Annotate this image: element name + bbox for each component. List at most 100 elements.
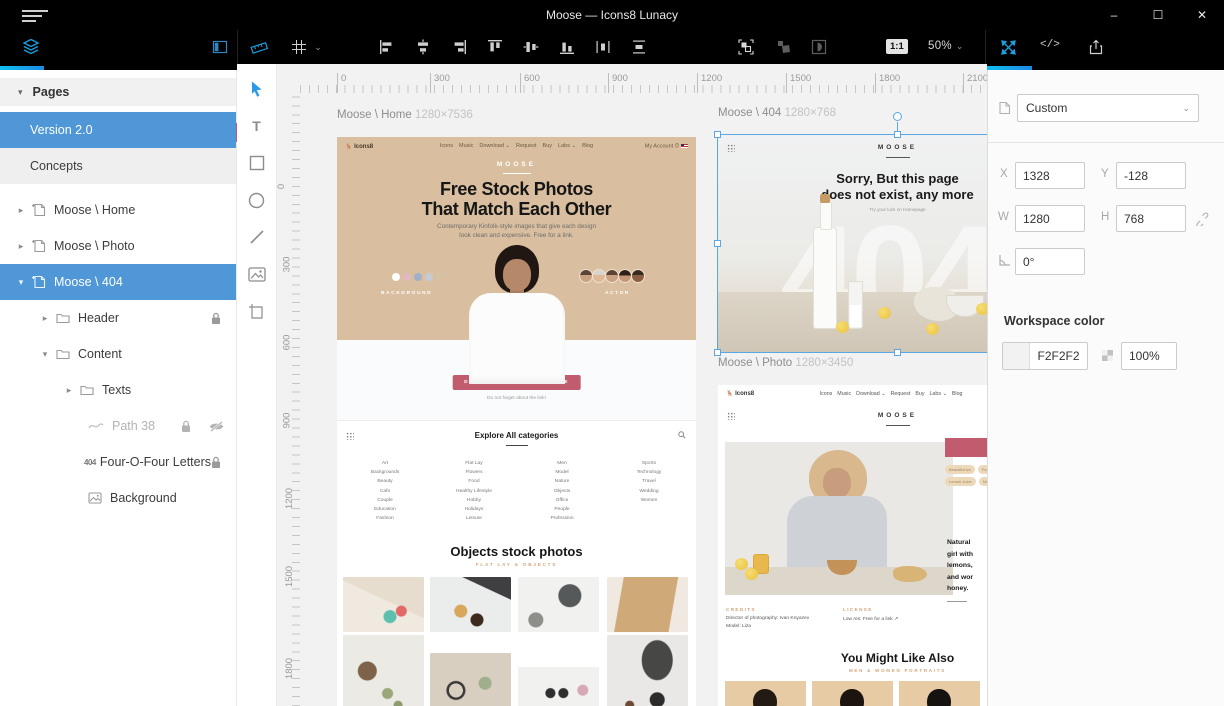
category-column-4: Sports Technology Travel Wedding Women (636, 461, 662, 503)
artboard-moose-404[interactable]: 404 MOOSE Sorry, But this page does not … (718, 135, 987, 352)
share-export-icon[interactable] (1085, 36, 1107, 58)
w-input[interactable] (1015, 205, 1085, 232)
boolean-half-icon[interactable] (808, 36, 830, 58)
zoom-level-dropdown[interactable]: 50% ⌄ (928, 40, 964, 52)
workspace-color-title: Workspace color (1004, 314, 1105, 328)
selection-handle-mid-left[interactable] (714, 240, 721, 247)
photo-tile[interactable] (607, 635, 688, 706)
tool-strip: T (237, 64, 277, 706)
home-hero-photo (455, 241, 579, 384)
lock-icon[interactable] (210, 312, 222, 325)
selection-handle-bottom-center[interactable] (894, 349, 901, 356)
rotation-handle[interactable] (893, 112, 902, 121)
related-photo-tile[interactable] (725, 681, 806, 706)
objects-title: Objects stock photos (450, 544, 583, 559)
home-nav: 🦌 Icons8 Icons Music Download ⌄ Request Buy L… (337, 137, 696, 155)
left-panel-toggle-icon[interactable] (209, 36, 231, 58)
align-bottom-icon[interactable] (556, 36, 578, 58)
layer-row-moose-404[interactable]: ▾ Moose \ 404 (0, 264, 236, 300)
home-moose-wordmark: MOOSE (496, 161, 537, 168)
layer-row-background[interactable]: Background (0, 480, 236, 516)
artboard-label-photo[interactable]: Moose \ Photo 1280×3450 (718, 357, 853, 369)
layer-row-texts[interactable]: ▸ Texts (0, 372, 236, 408)
layers-tab-icon[interactable] (20, 36, 42, 58)
related-photo-tile[interactable] (812, 681, 893, 706)
mask-icon[interactable] (773, 36, 795, 58)
minimize-button[interactable]: – (1092, 0, 1136, 30)
artboard-label-404[interactable]: Moose \ 404 1280×768 (718, 107, 836, 119)
photo-tile[interactable] (343, 635, 424, 706)
selection-handle-bottom-left[interactable] (714, 349, 721, 356)
photo-tile[interactable] (518, 667, 599, 706)
workspace-color-field[interactable]: F2F2F2 (1002, 342, 1088, 370)
horizontal-ruler[interactable]: 0 300 600 900 1200 1500 1800 2100 (300, 64, 987, 93)
photo-tile[interactable] (430, 653, 511, 706)
zoom-actual-size-button[interactable]: 1:1 (886, 39, 908, 54)
h-input[interactable] (1116, 205, 1186, 232)
image-tool-icon[interactable] (247, 265, 266, 283)
layer-row-header[interactable]: ▸ Header (0, 300, 236, 336)
pages-panel-header: ▾ Pages (0, 78, 236, 106)
align-middle-vertical-icon[interactable] (520, 36, 542, 58)
photo-divider (947, 601, 967, 602)
artboard-moose-home[interactable]: 🦌 Icons8 Icons Music Download ⌄ Request Buy L… (337, 137, 696, 706)
align-right-icon[interactable] (448, 36, 470, 58)
layer-row-moose-home[interactable]: ▸ Moose \ Home (0, 192, 236, 228)
workspace-opacity-input[interactable] (1121, 342, 1177, 370)
page-item-concepts[interactable]: Concepts (0, 148, 236, 184)
grid-dropdown-chevron-icon[interactable]: ⌄ (311, 36, 325, 58)
related-photo-tile[interactable] (899, 681, 980, 706)
selection-handle-top-left[interactable] (714, 131, 721, 138)
photo-download-button[interactable]: DOWNLOAD (945, 438, 987, 457)
actor-label: ACTOR (605, 291, 630, 296)
layer-row-moose-photo[interactable]: ▸ Moose \ Photo (0, 228, 236, 264)
x-input[interactable] (1015, 162, 1085, 189)
selection-handle-top-center[interactable] (894, 131, 901, 138)
hand-off-expand-icon[interactable] (997, 36, 1019, 58)
workspace-color-swatch[interactable] (1003, 343, 1030, 369)
text-tool-icon[interactable]: T (248, 117, 266, 135)
align-left-icon[interactable] (376, 36, 398, 58)
distribute-vertical-icon[interactable] (628, 36, 650, 58)
select-tool-icon[interactable] (248, 80, 266, 98)
maximize-button[interactable]: ☐ (1136, 0, 1180, 30)
y-input[interactable] (1116, 162, 1186, 189)
photo-tile[interactable] (518, 577, 599, 632)
artboard-label-home[interactable]: Moose \ Home 1280×7536 (337, 109, 473, 121)
layer-row-content[interactable]: ▾ Content (0, 336, 236, 372)
code-view-icon[interactable]: </> (1040, 39, 1060, 51)
rectangle-tool-icon[interactable] (248, 154, 266, 172)
lemon-photo (926, 323, 939, 335)
photo-person-shirt (469, 293, 565, 384)
artboard-tool-icon[interactable] (248, 302, 266, 320)
oval-tool-icon[interactable] (248, 191, 266, 209)
align-top-icon[interactable] (484, 36, 506, 58)
eye-off-icon[interactable] (209, 420, 224, 433)
grid-toggle-icon[interactable] (288, 36, 310, 58)
lock-icon[interactable] (210, 456, 222, 469)
layer-row-four-o-four-letters[interactable]: 404 Four-O-Four Letters (0, 444, 236, 480)
line-tool-icon[interactable] (248, 228, 266, 246)
you-might-like-title: You Might Like Also (840, 651, 955, 665)
photo-tile[interactable] (343, 577, 424, 632)
photo-tile[interactable] (430, 577, 511, 632)
close-button[interactable]: ✕ (1180, 0, 1224, 30)
layer-row-path-38[interactable]: Path 38 (0, 408, 236, 444)
y-label: Y (1101, 168, 1109, 180)
canvas[interactable]: Moose \ Home 1280×7536 Moose \ 404 1280×… (300, 93, 987, 706)
ruler-toggle-icon[interactable] (248, 36, 270, 58)
group-icon[interactable] (735, 36, 757, 58)
chevron-down-icon[interactable]: ▾ (18, 87, 23, 98)
align-center-horizontal-icon[interactable] (412, 36, 434, 58)
unlink-dimensions-icon[interactable] (1195, 212, 1209, 226)
photo-tile[interactable] (607, 577, 688, 632)
search-icon[interactable] (678, 431, 686, 439)
rotation-input[interactable] (1015, 248, 1085, 275)
workspace-color-hex[interactable]: F2F2F2 (1030, 349, 1087, 363)
vertical-ruler[interactable]: 0 300 600 900 1200 1500 1800 (277, 93, 300, 706)
distribute-horizontal-icon[interactable] (592, 36, 614, 58)
lock-icon[interactable] (180, 420, 192, 433)
artboard-moose-photo[interactable]: 🦌 Icons8 Icons Music Download ⌄ Request Buy L… (718, 385, 987, 706)
size-preset-dropdown[interactable]: Custom ⌄ (1017, 94, 1199, 122)
page-item-version-2[interactable]: Version 2.0 (0, 112, 236, 148)
